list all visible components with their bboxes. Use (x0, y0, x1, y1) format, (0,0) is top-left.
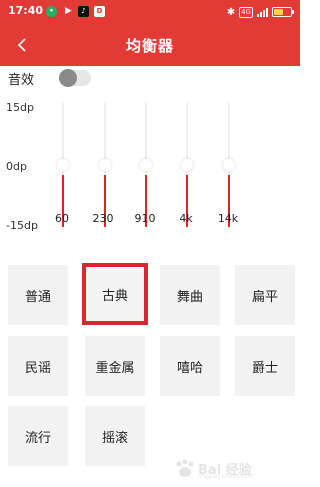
preset-button-3[interactable]: 扁平 (235, 265, 295, 325)
eq-slider-60[interactable] (53, 103, 73, 227)
status-bar: 17:40 • ▶ ♪ D ✱ 4G (0, 0, 300, 24)
paw-logo-icon (176, 459, 194, 477)
eq-knob[interactable] (140, 159, 152, 171)
signal-icon (257, 7, 268, 17)
preset-button-2[interactable]: 舞曲 (160, 265, 220, 325)
battery-icon (272, 7, 294, 17)
sound-effect-toggle[interactable] (59, 69, 91, 87)
preset-button-5[interactable]: 重金属 (85, 336, 145, 396)
network-4g-icon: 4G (239, 6, 253, 18)
eq-slider-14k[interactable] (219, 103, 239, 227)
scale-label-top: 15dp (6, 101, 34, 114)
eq-knob[interactable] (223, 159, 235, 171)
freq-label-14k: 14k (217, 212, 239, 225)
eq-knob[interactable] (99, 159, 111, 171)
eq-slider-4k[interactable] (177, 103, 197, 227)
preset-button-6[interactable]: 嘻哈 (160, 336, 220, 396)
eq-knob[interactable] (57, 159, 69, 171)
preset-button-9[interactable]: 摇滚 (85, 406, 145, 466)
wechat-icon: • (46, 6, 57, 17)
eq-slider-910[interactable] (136, 103, 156, 227)
freq-label-230: 230 (92, 212, 114, 225)
toggle-knob (59, 69, 77, 87)
preset-button-0[interactable]: 普通 (8, 265, 68, 325)
d-app-icon: D (94, 6, 105, 17)
preset-button-8[interactable]: 流行 (8, 406, 68, 466)
status-time: 17:40 (8, 4, 44, 17)
eq-slider-230[interactable] (95, 103, 115, 227)
preset-button-1[interactable]: 古典 (82, 263, 148, 325)
page-title: 均衡器 (125, 37, 174, 55)
preset-button-4[interactable]: 民谣 (8, 336, 68, 396)
eq-knob[interactable] (181, 159, 193, 171)
sound-effect-label: 音效 (8, 72, 35, 88)
watermark: Bai 经验 jingyan.baidu.com (174, 457, 294, 481)
scale-label-bottom: -15dp (6, 219, 38, 232)
sound-effect-row: 音效 (8, 68, 34, 88)
app-header: 均衡器 (0, 24, 300, 66)
bluetooth-icon: ✱ (226, 6, 236, 18)
freq-label-910: 910 (134, 212, 156, 225)
tiktok-icon: ♪ (78, 6, 89, 17)
freq-label-4k: 4k (179, 212, 193, 225)
arrow-icon: ▶ (65, 6, 72, 16)
freq-label-60: 60 (55, 212, 69, 225)
scale-label-middle: 0dp (6, 160, 27, 173)
preset-button-7[interactable]: 爵士 (235, 336, 295, 396)
watermark-sub: jingyan.baidu.com (198, 473, 254, 480)
